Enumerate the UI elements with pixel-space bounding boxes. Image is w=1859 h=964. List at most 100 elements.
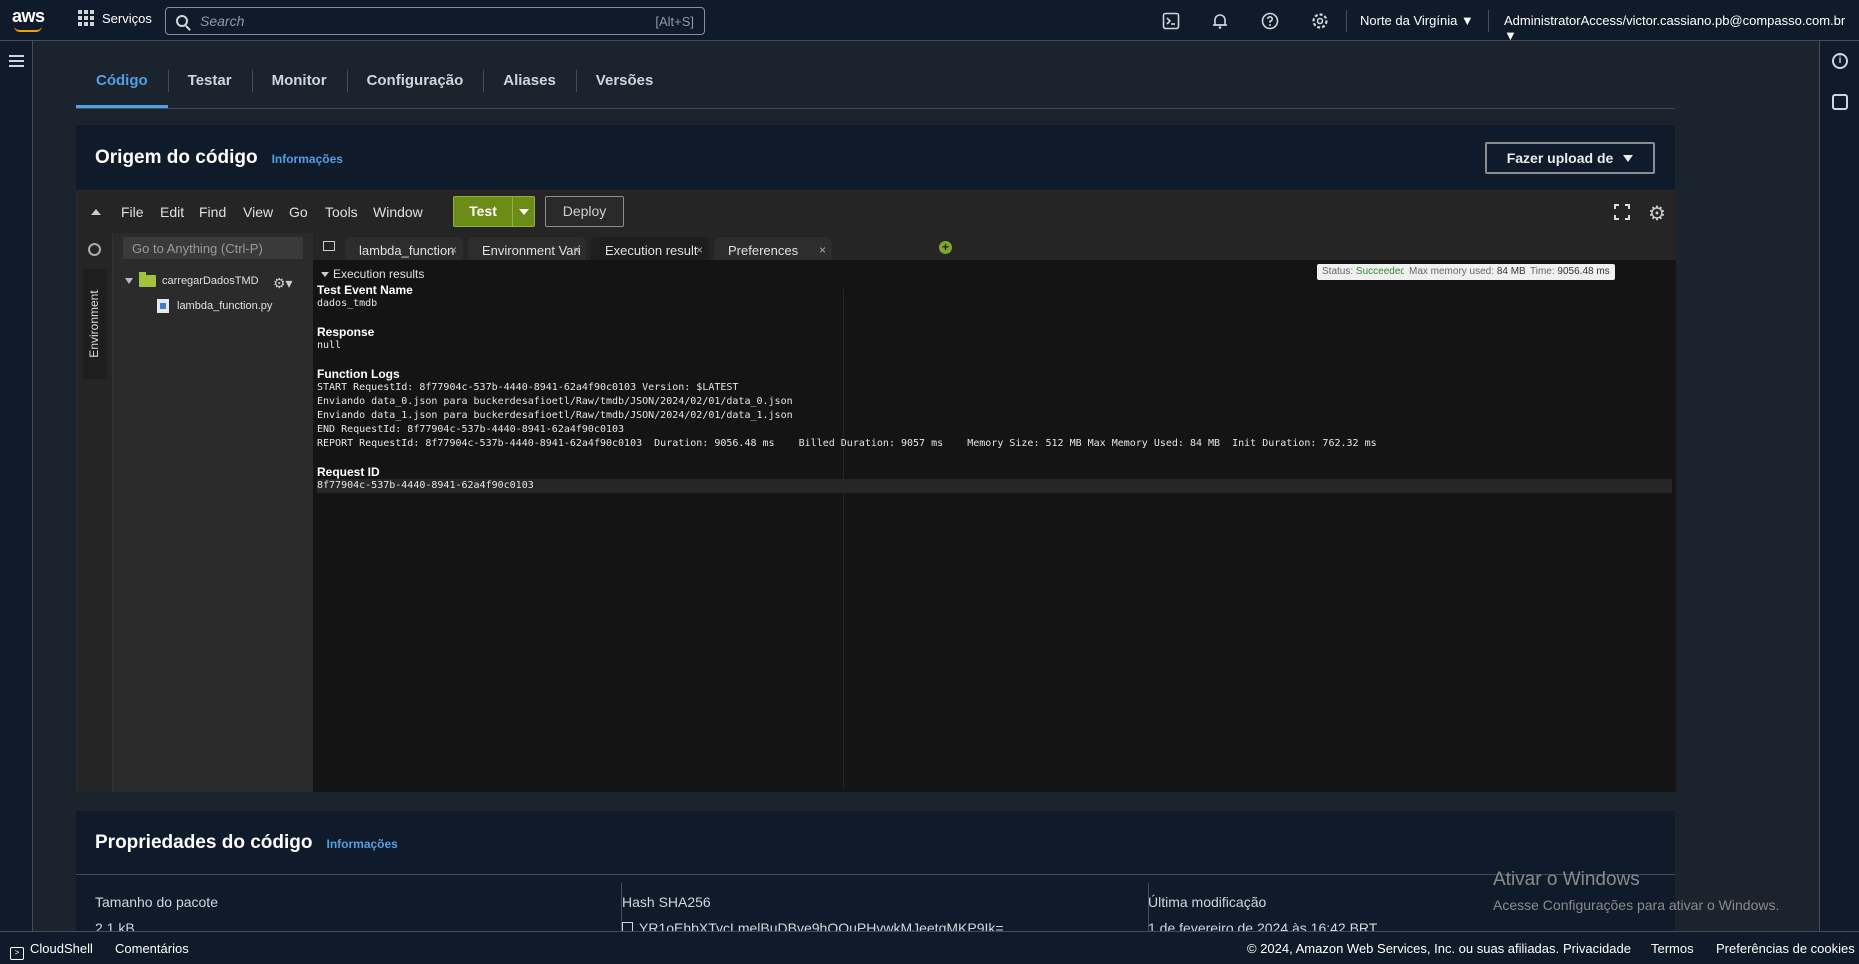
tab-testar[interactable]: Testar	[167, 62, 252, 108]
tab-codigo[interactable]: Código	[76, 62, 168, 108]
close-icon[interactable]: ×	[696, 243, 703, 257]
editor-tab-label: lambda_function	[359, 243, 455, 258]
search-icon[interactable]	[88, 243, 101, 256]
bell-icon[interactable]	[1210, 11, 1230, 31]
prop-label: Tamanho do pacote	[95, 894, 218, 910]
test-button[interactable]: Test	[453, 196, 535, 227]
tab-configuracao[interactable]: Configuração	[346, 62, 484, 108]
menu-file[interactable]: File	[121, 204, 144, 220]
info-icon[interactable]: i	[1832, 53, 1848, 69]
menu-tools[interactable]: Tools	[325, 204, 358, 220]
test-event-section: Test Event Name dados_tmdb	[317, 283, 1672, 311]
cloudshell-icon[interactable]	[1161, 11, 1181, 31]
add-icon[interactable]: +	[939, 241, 952, 254]
cloudshell-button[interactable]: > CloudShell	[10, 941, 93, 960]
close-icon[interactable]: ×	[819, 243, 826, 257]
tab-aliases[interactable]: Aliases	[483, 62, 576, 108]
last-modified: Última modificação 1 de fevereiro de 202…	[1148, 894, 1377, 931]
services-label: Serviços	[102, 10, 152, 26]
info-link[interactable]: Informações	[272, 152, 343, 166]
environment-strip: Environment	[77, 233, 113, 792]
prop-value: 2.1 kB	[95, 920, 135, 931]
feedback-link[interactable]: Comentários	[115, 941, 189, 956]
editor-tab-environment-vars[interactable]: Environment Vari ×	[468, 237, 586, 260]
package-size: Tamanho do pacote 2.1 kB	[95, 894, 218, 931]
cookie-preferences-link[interactable]: Preferências de cookies	[1716, 941, 1855, 956]
upload-button-label: Fazer upload de	[1506, 150, 1614, 166]
menu-window[interactable]: Window	[373, 204, 423, 220]
panel-title: Origem do código	[95, 147, 258, 168]
section-title: Function Logs	[317, 367, 400, 381]
test-dropdown-icon[interactable]	[512, 197, 534, 226]
help-icon[interactable]	[1260, 11, 1280, 31]
tree-file[interactable]: lambda_function.py	[157, 299, 272, 313]
environment-tab-label: Environment	[87, 290, 101, 358]
fullscreen-icon[interactable]	[1613, 203, 1631, 221]
aws-logo[interactable]: aws	[12, 7, 48, 33]
tree-folder[interactable]: carregarDadosTMDB	[125, 272, 258, 287]
privacy-link[interactable]: Privacidade	[1563, 941, 1631, 956]
nav-divider	[1488, 10, 1489, 32]
editor-tab-label: Environment Vari	[482, 243, 581, 258]
memory-label: Max memory used:	[1409, 266, 1495, 277]
log-line: Enviando data_0.json para buckerdesafioe…	[317, 396, 793, 407]
menu-icon[interactable]	[9, 55, 24, 67]
status-badge: Status: Succeeded	[1317, 264, 1411, 280]
code-source-header: Origem do código Informações	[95, 147, 343, 169]
log-line: REPORT RequestId: 8f77904c-537b-4440-894…	[317, 438, 1377, 449]
tab-list-icon[interactable]	[323, 241, 335, 251]
editor-tab-lambda-function[interactable]: lambda_function ×	[345, 237, 463, 260]
gear-icon[interactable]: ⚙	[1648, 201, 1666, 226]
editor-tab-execution-results[interactable]: Execution result ×	[591, 237, 709, 260]
code-source-panel: Origem do código Informações Fazer upload…	[76, 125, 1676, 792]
grid-icon	[78, 10, 94, 26]
right-rail: i	[1819, 41, 1859, 931]
log-line: Enviando data_1.json para buckerdesafioe…	[317, 410, 793, 421]
function-tabs: Código Testar Monitor Configuração Alias…	[76, 62, 1675, 109]
environment-tab[interactable]: Environment	[83, 269, 107, 379]
deploy-button[interactable]: Deploy	[545, 196, 624, 227]
menu-find[interactable]: Find	[199, 204, 226, 220]
collapse-icon	[321, 271, 329, 277]
shield-icon[interactable]	[1832, 94, 1848, 110]
tab-monitor[interactable]: Monitor	[251, 62, 347, 108]
search-shortcut: [Alt+S]	[655, 13, 694, 29]
tab-versoes[interactable]: Versões	[575, 62, 674, 108]
account-menu[interactable]: AdministratorAccess/victor.cassiano.pb@c…	[1504, 13, 1859, 43]
test-event-value: dados_tmdb	[317, 298, 378, 309]
editor-tab-preferences[interactable]: Preferences ×	[714, 237, 832, 260]
collapse-icon[interactable]	[91, 209, 101, 215]
settings-icon[interactable]	[1310, 11, 1330, 31]
gear-icon[interactable]: ⚙▾	[273, 275, 293, 292]
aws-logo-text: aws	[12, 6, 45, 26]
props-title: Propriedades do código	[95, 832, 313, 853]
editor-area: lambda_function × Environment Vari × Execu…	[313, 233, 1676, 792]
section-title: Test Event Name	[317, 283, 413, 297]
divider	[76, 874, 1675, 875]
results-header[interactable]: Execution results	[321, 267, 424, 281]
info-link[interactable]: Informações	[326, 837, 397, 851]
menu-edit[interactable]: Edit	[160, 204, 184, 220]
editor-tab-label: Preferences	[728, 243, 799, 258]
file-tree: Go to Anything (Ctrl-P) carregarDadosTMD…	[113, 233, 313, 792]
log-line: END RequestId: 8f77904c-537b-4440-8941-6…	[317, 424, 625, 435]
services-menu-button[interactable]: Serviços	[78, 10, 152, 26]
region-selector[interactable]: Norte da Virgínia ▼	[1360, 13, 1474, 28]
close-icon[interactable]: ×	[573, 243, 580, 257]
time-badge: Time: 9056.48 ms	[1525, 264, 1615, 280]
search-input[interactable]: Search [Alt+S]	[165, 7, 705, 35]
goto-anything-input[interactable]: Go to Anything (Ctrl-P)	[123, 237, 303, 259]
function-logs-section: Function Logs START RequestId: 8f77904c-…	[317, 367, 1672, 451]
request-id-value[interactable]: 8f77904c-537b-4440-8941-62a4f90c0103	[317, 479, 1672, 493]
menu-view[interactable]: View	[243, 204, 273, 220]
copy-icon[interactable]	[622, 922, 633, 931]
code-properties-header: Propriedades do código Informações	[95, 832, 398, 854]
terms-link[interactable]: Termos	[1651, 941, 1694, 956]
menu-go[interactable]: Go	[289, 204, 308, 220]
status-value: Succeeded	[1355, 266, 1406, 277]
folder-name: carregarDadosTMDB	[162, 275, 258, 287]
prop-label: Última modificação	[1148, 894, 1267, 910]
close-icon[interactable]: ×	[450, 243, 457, 257]
upload-button[interactable]: Fazer upload de	[1485, 142, 1655, 174]
section-title: Response	[317, 325, 375, 339]
